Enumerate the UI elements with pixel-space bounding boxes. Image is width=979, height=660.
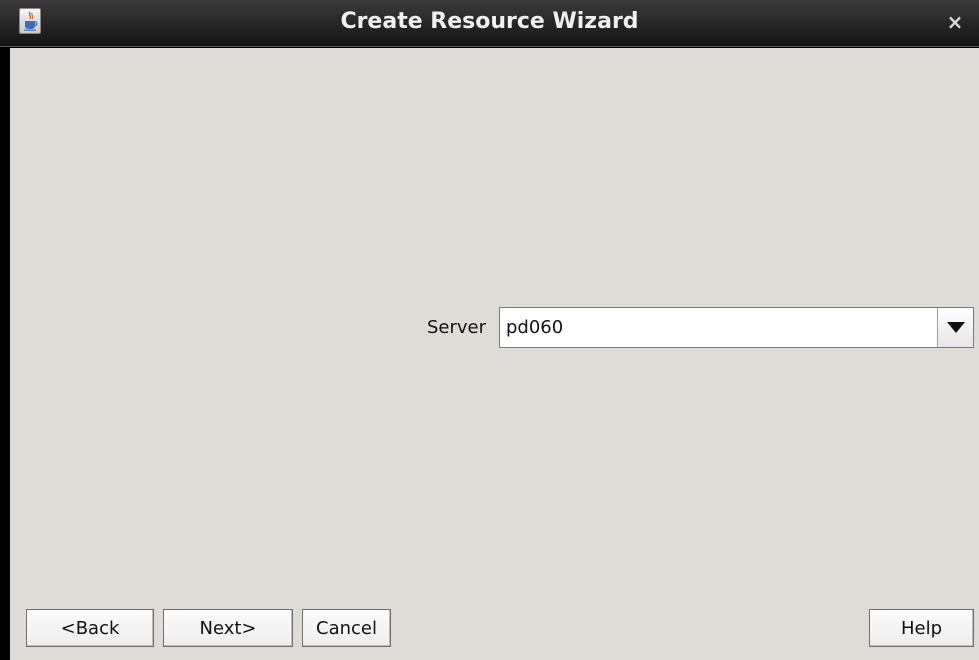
server-combobox[interactable]: pd060 <box>499 307 974 348</box>
server-label: Server <box>427 317 487 338</box>
wizard-content: Server pd060 <Back Next> Cancel Help <box>10 48 979 660</box>
window-title: Create Resource Wizard <box>340 9 639 34</box>
title-bar[interactable]: Create Resource Wizard × <box>0 0 979 47</box>
close-icon[interactable]: × <box>945 10 965 34</box>
next-button[interactable]: Next> <box>163 609 293 647</box>
cancel-button[interactable]: Cancel <box>302 609 391 647</box>
triangle-down-icon <box>946 322 965 333</box>
back-button[interactable]: <Back <box>26 609 154 647</box>
server-dropdown-button[interactable] <box>937 308 973 347</box>
server-value[interactable]: pd060 <box>506 308 563 347</box>
wizard-window: Create Resource Wizard × Server pd060 <B… <box>0 0 979 660</box>
help-button[interactable]: Help <box>869 609 974 647</box>
